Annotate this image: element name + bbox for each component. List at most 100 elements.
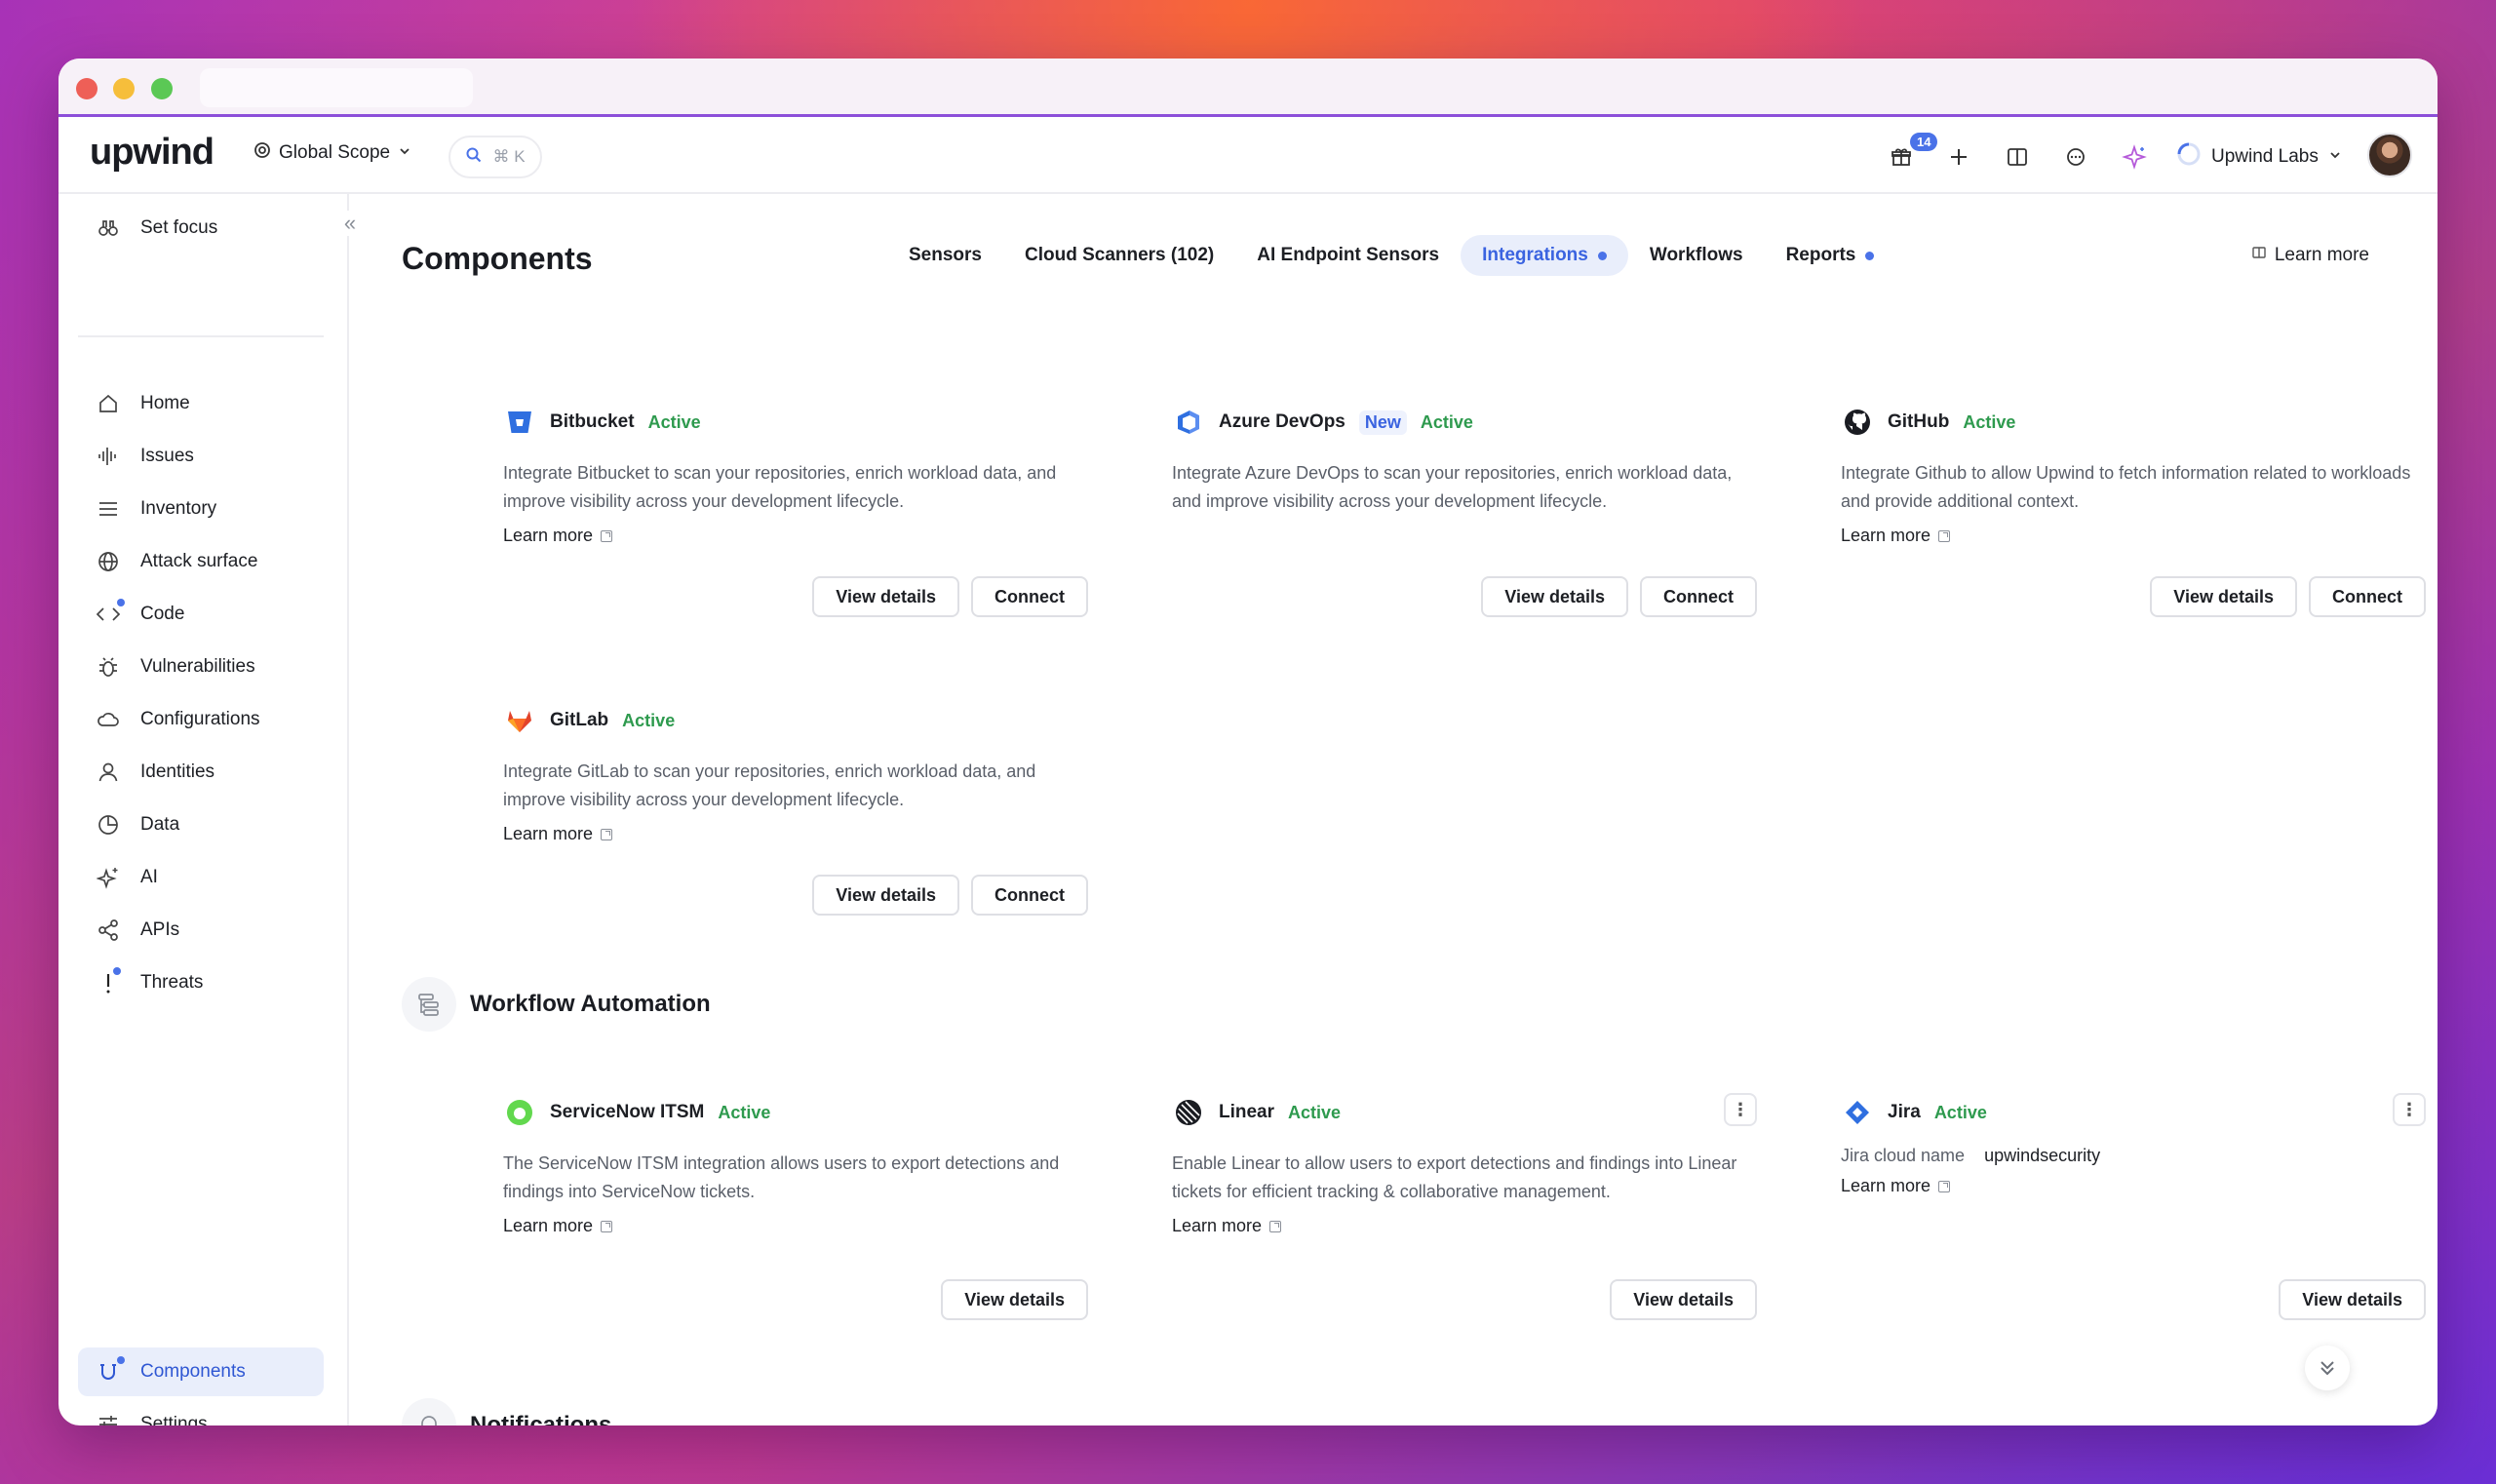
integration-card-azure-devops: Azure DevOps New Active Integrate Azure … [1172,403,1757,617]
scroll-down-icon[interactable] [2305,1346,2350,1390]
sidebar-item-components[interactable]: Components [78,1347,324,1396]
view-details-button[interactable]: View details [2150,576,2297,617]
chat-icon[interactable] [2060,141,2091,173]
user-avatar[interactable] [2367,133,2412,177]
close-window-button[interactable] [76,78,98,99]
sidebar-item-code[interactable]: Code [78,590,324,639]
learn-more-label: Learn more [1841,1176,1931,1195]
section-title: Notifications [470,1412,612,1425]
sidebar-item-vulnerabilities[interactable]: Vulnerabilities [78,643,324,691]
status-badge: Active [718,1102,771,1122]
field-label: Jira cloud name [1841,1146,1966,1165]
connect-button[interactable]: Connect [971,875,1088,916]
sidebar-item-inventory[interactable]: Inventory [78,485,324,533]
tab-workflows[interactable]: Workflows [1628,235,1765,276]
ai-sparkle-icon[interactable] [2119,141,2150,173]
view-details-button[interactable]: View details [1481,576,1628,617]
sidebar-item-issues[interactable]: Issues [78,432,324,481]
learn-more-link[interactable]: Learn more [2251,245,2369,266]
status-badge: Active [622,710,676,730]
tab-label: Reports [1785,245,1856,265]
sidebar-item-label: Issues [140,446,194,466]
upwind-logo[interactable]: upwind [90,132,214,174]
sidebar-item-label: Settings [140,1414,208,1425]
learn-more-link[interactable]: Learn more [503,824,1088,844]
github-icon [1841,406,1874,439]
sidebar-item-label: Configurations [140,709,260,729]
tab-label: AI Endpoint Sensors [1257,245,1440,265]
tab-integrations[interactable]: Integrations [1461,235,1628,276]
sidebar-item-settings[interactable]: Settings [78,1400,324,1425]
jira-cloud-name-row: Jira cloud name upwindsecurity [1841,1146,2426,1166]
tab-ai-endpoint-sensors[interactable]: AI Endpoint Sensors [1235,235,1461,276]
learn-more-link[interactable]: Learn more [1841,1176,2426,1196]
notifications-section: Notifications [402,1398,611,1425]
sidebar-item-home[interactable]: Home [78,379,324,428]
pie-icon [92,813,125,837]
view-details-button[interactable]: View details [812,576,959,617]
workflow-card-jira: Jira Active ⋮ Jira cloud name upwindsecu… [1841,1093,2426,1347]
sidebar-item-identities[interactable]: Identities [78,748,324,797]
sidebar-item-attack-surface[interactable]: Attack surface [78,537,324,586]
top-bar: upwind Global Scope ⌘ K 14 Upwind Labs [58,120,2438,194]
sidebar-item-threats[interactable]: Threats [78,958,324,1007]
tab-label: Sensors [909,245,982,265]
cloud-icon [92,708,125,731]
view-details-button[interactable]: View details [2279,1279,2426,1320]
learn-more-link[interactable]: Learn more [1841,526,2426,546]
status-badge: Active [1420,411,1473,432]
learn-more-label: Learn more [1841,526,1931,545]
integration-card-github: GitHub Active Integrate Github to allow … [1841,403,2426,617]
tab-reports[interactable]: Reports [1765,235,1896,276]
bell-icon [402,1398,456,1425]
sidebar-item-label: Home [140,393,190,413]
sidebar-item-data[interactable]: Data [78,801,324,849]
target-icon [254,141,271,165]
org-selector[interactable]: Upwind Labs [2176,141,2342,173]
sparkle-icon [92,866,125,889]
org-ring-icon [2176,141,2202,173]
connect-button[interactable]: Connect [1640,576,1757,617]
search-icon [465,146,483,169]
sidebar-item-configurations[interactable]: Configurations [78,695,324,744]
plus-icon[interactable] [1943,141,1974,173]
bug-icon [92,655,125,679]
connect-button[interactable]: Connect [971,576,1088,617]
more-options-icon[interactable]: ⋮ [2393,1093,2426,1126]
connect-button[interactable]: Connect [2309,576,2426,617]
integration-description: Enable Linear to allow users to export d… [1172,1153,1737,1201]
sidebar-item-label: Attack surface [140,551,258,571]
sidebar-item-apis[interactable]: APIs [78,906,324,955]
servicenow-icon [503,1096,536,1129]
sidebar-item-label: AI [140,867,158,887]
learn-more-link[interactable]: Learn more [503,526,1088,546]
view-details-button[interactable]: View details [812,875,959,916]
integration-name: Azure DevOps [1219,411,1346,432]
learn-more-link[interactable]: Learn more [1172,1216,1757,1236]
minimize-window-button[interactable] [113,78,135,99]
view-details-button[interactable]: View details [1610,1279,1757,1320]
sidebar-item-ai[interactable]: AI [78,853,324,902]
jira-icon [1841,1096,1874,1129]
sidebar-item-label: Identities [140,762,215,782]
exclamation-icon [92,967,125,995]
workflow-card-linear: Linear Active ⋮ Enable Linear to allow u… [1172,1093,1757,1347]
book-icon[interactable] [2002,141,2033,173]
waveform-icon [92,445,125,468]
tab-sensors[interactable]: Sensors [887,235,1003,276]
maximize-window-button[interactable] [151,78,173,99]
tab-cloud-scanners[interactable]: Cloud Scanners (102) [1003,235,1235,276]
sidebar-item-set-focus[interactable]: Set focus [78,204,324,253]
learn-more-link[interactable]: Learn more [503,1216,1088,1236]
integration-description: Integrate Azure DevOps to scan your repo… [1172,463,1733,511]
more-options-icon[interactable]: ⋮ [1724,1093,1757,1126]
chevron-down-icon [2328,146,2342,168]
scope-selector[interactable]: Global Scope [254,141,411,165]
browser-tab[interactable] [200,68,473,107]
search-shortcut: ⌘ K [492,147,526,166]
integration-description: Integrate Bitbucket to scan your reposit… [503,463,1057,511]
external-link-icon [601,1220,613,1232]
search-button[interactable]: ⌘ K [448,136,542,178]
view-details-button[interactable]: View details [941,1279,1088,1320]
integration-name: ServiceNow ITSM [550,1102,705,1122]
